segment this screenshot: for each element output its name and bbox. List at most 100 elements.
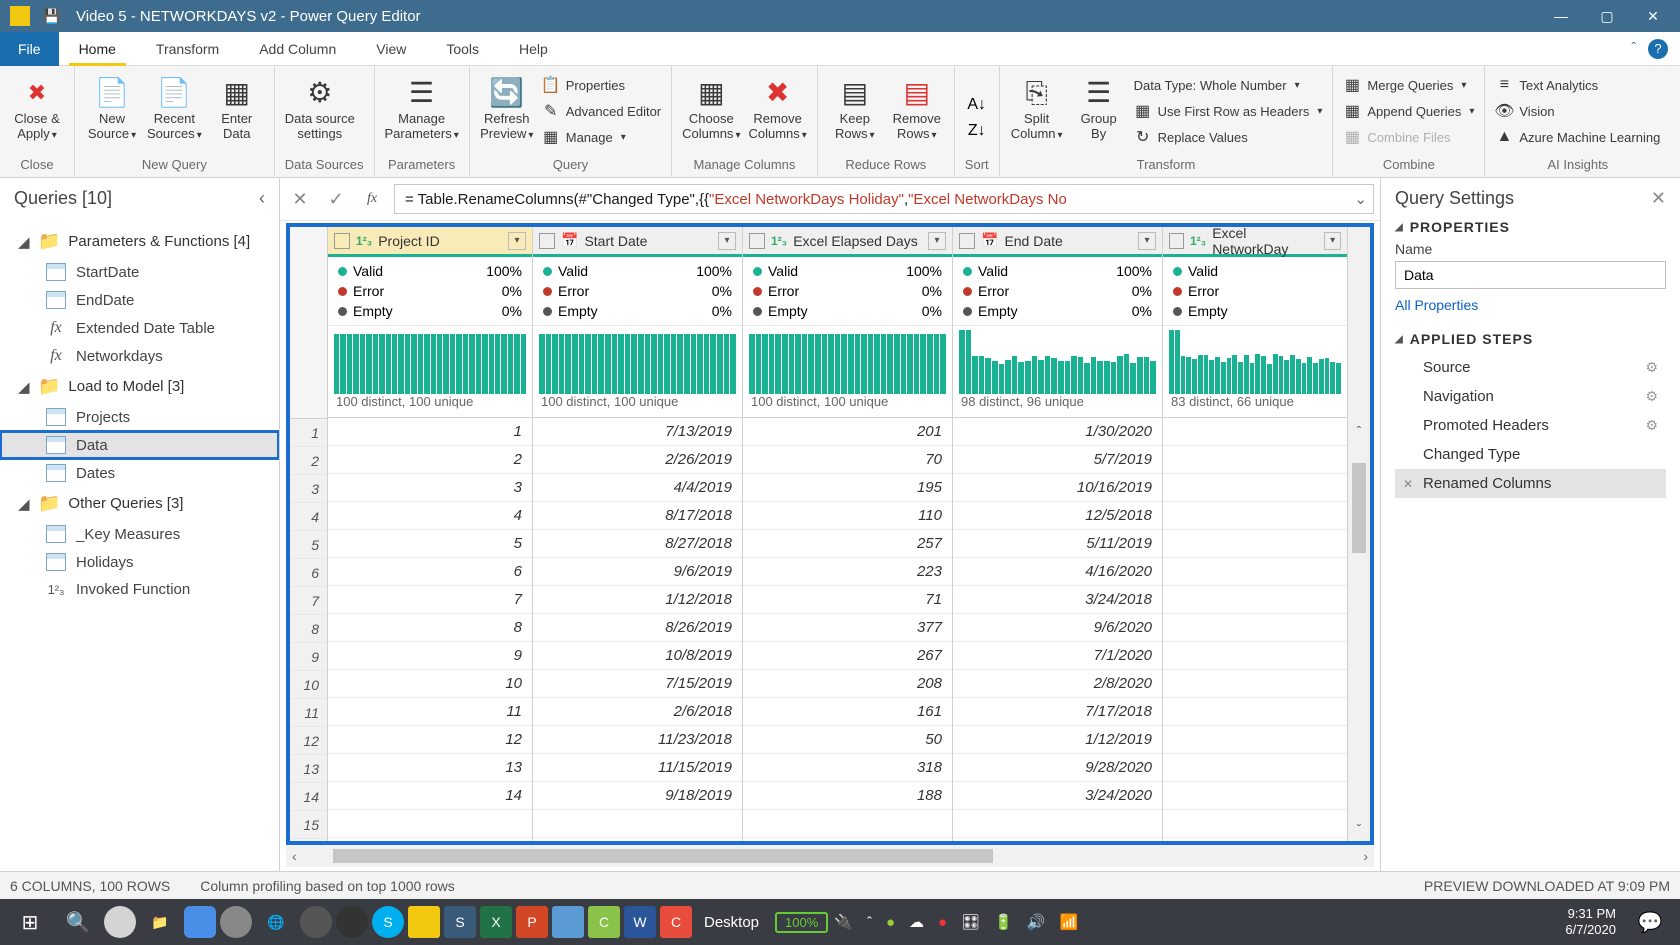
replace-values-button[interactable]: ↻Replace Values [1134, 124, 1323, 150]
grid-cell[interactable]: 7/15/2019 [533, 670, 742, 698]
grid-cell[interactable]: 3/24/2018 [953, 586, 1162, 614]
grid-cell[interactable]: 5/7/2019 [953, 446, 1162, 474]
gear-icon[interactable]: ⚙ [1645, 388, 1658, 405]
grid-cell[interactable] [533, 810, 742, 838]
grid-cell[interactable] [953, 810, 1162, 838]
column-header[interactable]: 1²₃Project ID▾ [328, 227, 532, 257]
gear-icon[interactable]: ⚙ [1645, 359, 1658, 376]
row-number[interactable]: 4 [290, 503, 327, 531]
tab-transform[interactable]: Transform [136, 32, 239, 66]
grid-cell[interactable]: 71 [743, 586, 952, 614]
row-number[interactable]: 14 [290, 783, 327, 811]
tray-icon[interactable]: ● [886, 914, 895, 931]
grid-cell[interactable]: 11/23/2018 [533, 726, 742, 754]
word-icon[interactable]: W [624, 906, 656, 938]
powerbi-icon[interactable] [408, 906, 440, 938]
grid-cell[interactable]: 10/8/2019 [533, 642, 742, 670]
properties-button[interactable]: 📋Properties [542, 72, 661, 98]
close-window-button[interactable]: ✕ [1630, 0, 1676, 32]
query-item[interactable]: Holidays [0, 548, 279, 576]
grid-cell[interactable]: 10/16/2019 [953, 474, 1162, 502]
taskbar-app[interactable] [300, 906, 332, 938]
applied-step[interactable]: ✕Renamed Columns [1395, 469, 1666, 498]
grid-cell[interactable]: 4 [328, 502, 532, 530]
skype-icon[interactable]: S [372, 906, 404, 938]
cancel-formula-icon[interactable]: ✕ [286, 185, 314, 213]
row-number[interactable]: 5 [290, 531, 327, 559]
horizontal-scrollbar[interactable]: ‹ › [286, 845, 1374, 867]
tab-add-column[interactable]: Add Column [239, 32, 356, 66]
row-number[interactable]: 7 [290, 587, 327, 615]
grid-cell[interactable]: 1/12/2018 [533, 586, 742, 614]
grid-cell[interactable] [1163, 474, 1347, 502]
notifications-icon[interactable]: 💬 [1626, 902, 1674, 942]
wifi-icon[interactable]: 📶 [1060, 913, 1079, 931]
grid-cell[interactable] [1163, 446, 1347, 474]
grid-cell[interactable]: 14 [328, 782, 532, 810]
grid-cell[interactable]: 257 [743, 530, 952, 558]
azure-ml-button[interactable]: ▲Azure Machine Learning [1495, 124, 1660, 150]
grid-cell[interactable]: 8/17/2018 [533, 502, 742, 530]
query-group[interactable]: ◢📁Other Queries [3] [0, 487, 279, 520]
powerpoint-icon[interactable]: P [516, 906, 548, 938]
all-properties-link[interactable]: All Properties [1395, 297, 1478, 313]
query-item[interactable]: Dates [0, 459, 279, 487]
enter-data-button[interactable]: ▦EnterData [210, 72, 264, 142]
maximize-button[interactable]: ▢ [1584, 0, 1630, 32]
row-number[interactable]: 2 [290, 447, 327, 475]
column-header[interactable]: 📅End Date▾ [953, 227, 1162, 257]
grid-cell[interactable]: 2/26/2019 [533, 446, 742, 474]
grid-cell[interactable]: 110 [743, 502, 952, 530]
column-header[interactable]: 1²₃Excel NetworkDay▾ [1163, 227, 1347, 257]
tray-icon[interactable]: 🔋 [994, 913, 1013, 931]
formula-dropdown-icon[interactable]: ⌄ [1354, 190, 1367, 208]
grid-cell[interactable]: 1/30/2020 [953, 418, 1162, 446]
grid-cell[interactable] [1163, 614, 1347, 642]
accept-formula-icon[interactable]: ✓ [322, 185, 350, 213]
row-number[interactable]: 1 [290, 419, 327, 447]
tray-icon[interactable]: 🎛 [961, 913, 980, 931]
grid-cell[interactable] [1163, 642, 1347, 670]
grid-cell[interactable]: 3 [328, 474, 532, 502]
grid-cell[interactable]: 9/6/2019 [533, 558, 742, 586]
grid-cell[interactable]: 4/4/2019 [533, 474, 742, 502]
grid-cell[interactable]: 6 [328, 558, 532, 586]
remove-rows-button[interactable]: ▤RemoveRows▾ [890, 72, 944, 142]
save-icon[interactable]: 💾 [42, 6, 62, 26]
grid-cell[interactable]: 50 [743, 726, 952, 754]
row-number[interactable]: 3 [290, 475, 327, 503]
grid-cell[interactable]: 70 [743, 446, 952, 474]
column-filter-icon[interactable]: ▾ [1324, 232, 1341, 250]
query-item[interactable]: _Key Measures [0, 520, 279, 548]
row-number[interactable]: 6 [290, 559, 327, 587]
tab-tools[interactable]: Tools [426, 32, 499, 66]
grid-cell[interactable]: 10 [328, 670, 532, 698]
applied-step[interactable]: Changed Type [1395, 440, 1666, 469]
grid-cell[interactable]: 8 [328, 614, 532, 642]
grid-cell[interactable]: 9/18/2019 [533, 782, 742, 810]
query-item[interactable]: StartDate [0, 258, 279, 286]
tray-chevron-icon[interactable]: ˆ [867, 914, 872, 931]
taskbar-app[interactable] [220, 906, 252, 938]
grid-cell[interactable]: 223 [743, 558, 952, 586]
collapse-queries-icon[interactable]: ‹ [259, 188, 265, 209]
scroll-left-icon[interactable]: ‹ [286, 848, 303, 864]
grid-cell[interactable]: 2 [328, 446, 532, 474]
grid-cell[interactable] [1163, 670, 1347, 698]
first-row-headers-button[interactable]: ▦Use First Row as Headers▾ [1134, 98, 1323, 124]
remove-columns-button[interactable]: ✖RemoveColumns▾ [748, 72, 806, 142]
keep-rows-button[interactable]: ▤KeepRows▾ [828, 72, 882, 142]
grid-cell[interactable]: 9/6/2020 [953, 614, 1162, 642]
taskbar-app[interactable] [104, 906, 136, 938]
desktop-toolbar[interactable]: Desktop [704, 914, 759, 931]
grid-cell[interactable]: 7/17/2018 [953, 698, 1162, 726]
grid-cell[interactable]: 318 [743, 754, 952, 782]
grid-cell[interactable]: 9 [328, 642, 532, 670]
query-item[interactable]: 1²₃Invoked Function [0, 576, 279, 603]
taskbar-app[interactable] [552, 906, 584, 938]
grid-cell[interactable]: 377 [743, 614, 952, 642]
append-queries-button[interactable]: ▦Append Queries▾ [1343, 98, 1474, 124]
camtasia-icon[interactable]: C [588, 906, 620, 938]
grid-cell[interactable]: 11 [328, 698, 532, 726]
sort-asc-icon[interactable]: A↓ [967, 96, 986, 114]
